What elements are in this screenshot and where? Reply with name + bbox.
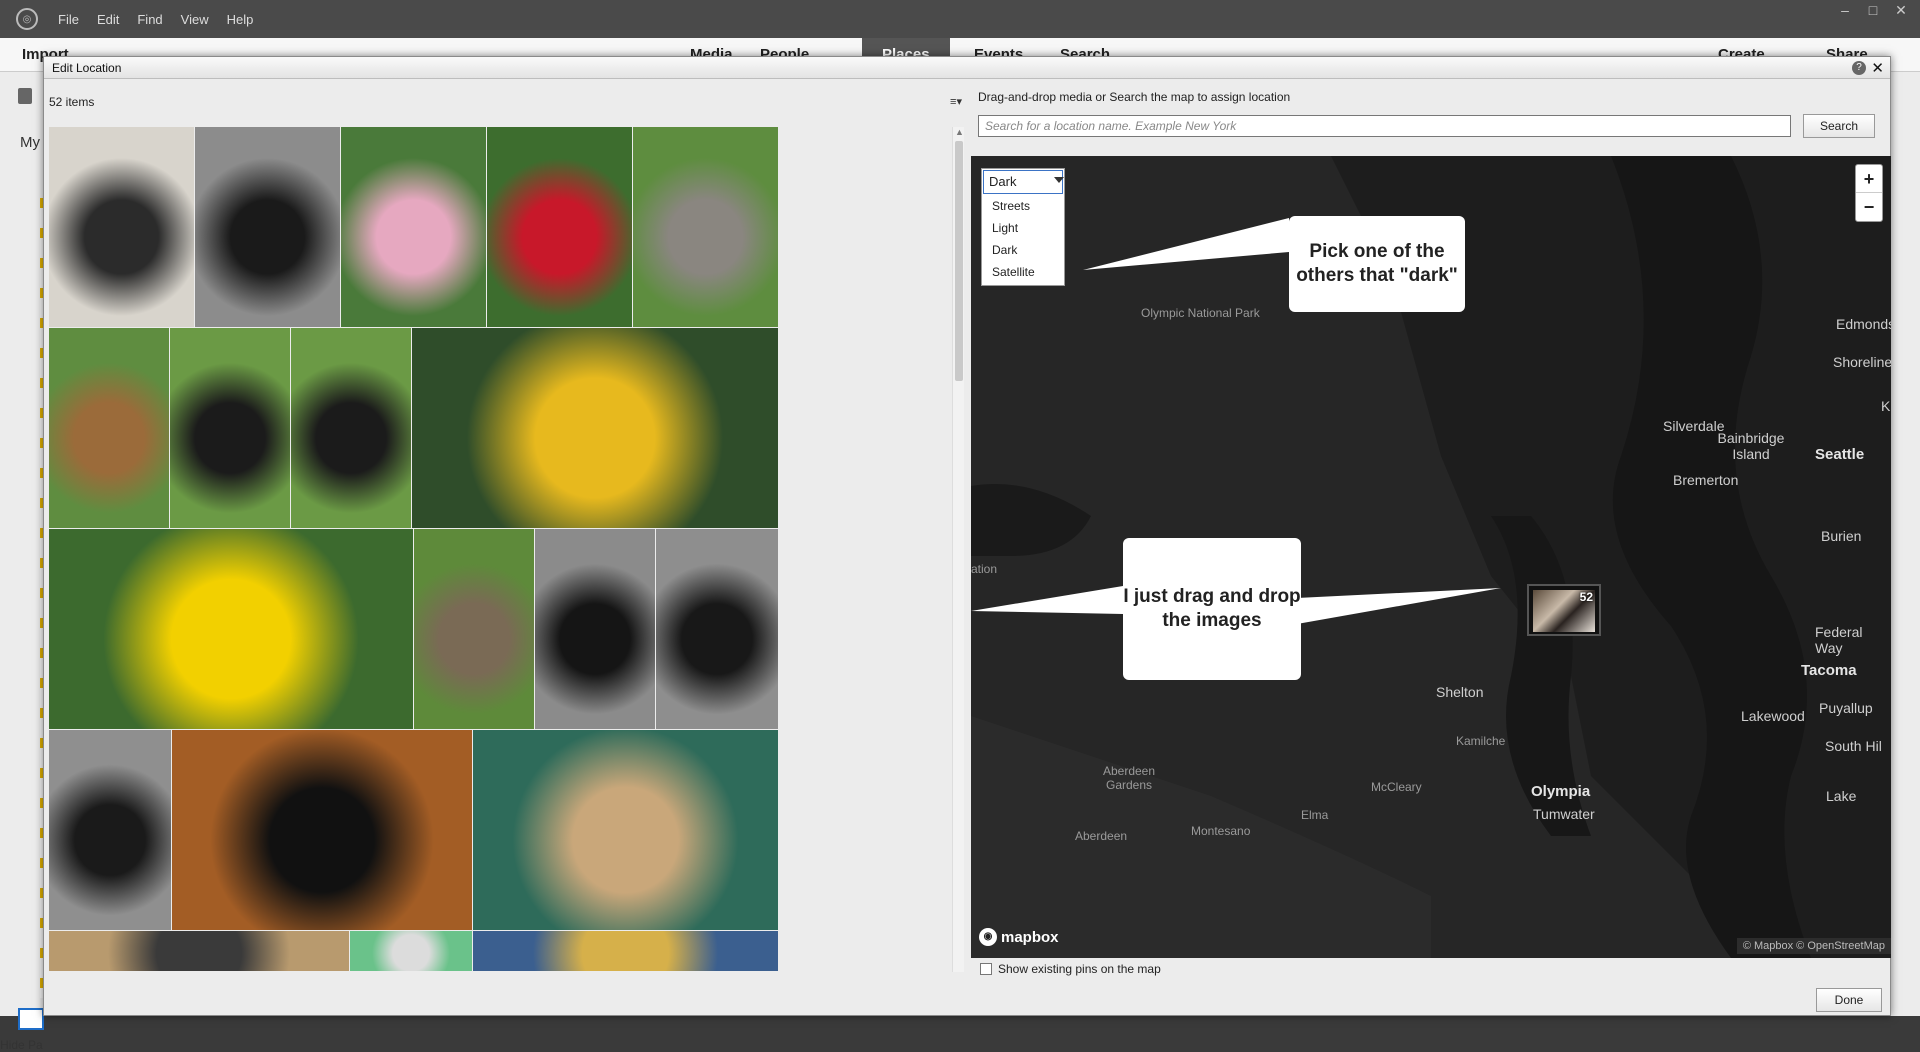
thumbnail-cat-on-path-2[interactable]: [291, 328, 411, 528]
map-label-aberdeen-gardens: Aberdeen Gardens: [1102, 764, 1156, 792]
thumbnail-dog-on-gravel-2[interactable]: [535, 529, 655, 729]
show-pins-row[interactable]: Show existing pins on the map: [980, 962, 1161, 976]
done-button[interactable]: Done: [1816, 988, 1882, 1012]
callout-top: Pick one of the others that "dark": [1289, 216, 1465, 312]
app-logo-icon: ◎: [16, 8, 38, 30]
thumbnail-cat-on-path-1[interactable]: [170, 328, 290, 528]
thumbnail-dog-on-gravel[interactable]: [195, 127, 340, 327]
items-count: 52 items: [49, 95, 95, 109]
menu-view[interactable]: View: [181, 12, 209, 27]
map-style-dropdown[interactable]: Dark Streets Light Dark Satellite: [981, 168, 1065, 286]
thumbnail-classroom-board[interactable]: [473, 730, 778, 930]
minimize-icon[interactable]: –: [1838, 2, 1852, 19]
map-panel: Drag-and-drop media or Search the map to…: [968, 80, 1891, 980]
map-label-montesano: Montesano: [1191, 824, 1251, 838]
thumbnail-grid: [49, 127, 944, 972]
help-icon[interactable]: ?: [1852, 61, 1866, 75]
window-controls: – □ ✕: [1838, 2, 1908, 19]
map-label-seattle: Seattle: [1815, 446, 1865, 463]
map-style-option-dark[interactable]: Dark: [982, 239, 1064, 261]
sidebar-label: My: [20, 134, 40, 151]
chevron-down-icon[interactable]: [1054, 177, 1064, 183]
scroll-up-icon[interactable]: ▲: [955, 127, 964, 137]
map-style-selected[interactable]: Dark: [983, 170, 1063, 194]
map-label-elma: Elma: [1301, 808, 1329, 822]
map-label-federal-way: Federal Way: [1815, 624, 1863, 656]
map-label-shelton: Shelton: [1436, 684, 1484, 700]
thumbnail-sign-100[interactable]: [172, 730, 472, 930]
thumbnail-green-object[interactable]: [350, 931, 472, 971]
show-pins-checkbox[interactable]: [980, 963, 992, 975]
dialog-title-bar: Edit Location ? ✕: [44, 57, 1890, 79]
edit-location-dialog: Edit Location ? ✕ 52 items ≡▾ ▲ Drag-and…: [43, 56, 1891, 1016]
hide-panel-label[interactable]: Hide Pa: [0, 1038, 43, 1052]
map-label-ation: ation: [971, 562, 998, 576]
map-label-south-hil: South Hil: [1825, 738, 1882, 754]
map-label-aberdeen: Aberdeen: [1075, 829, 1128, 843]
scrollbar-thumb[interactable]: [955, 141, 963, 381]
sort-menu-icon[interactable]: ≡▾: [950, 95, 962, 108]
map-label-kamilche: Kamilche: [1456, 734, 1506, 748]
map-view[interactable]: Olympic National Park Edmonds Shoreline Sil…: [971, 156, 1891, 958]
map-label-olympia: Olympia: [1531, 783, 1591, 800]
maximize-icon[interactable]: □: [1866, 2, 1880, 19]
dialog-title: Edit Location: [52, 60, 122, 75]
menu-find[interactable]: Find: [137, 12, 162, 27]
zoom-in-button[interactable]: +: [1856, 165, 1882, 193]
thumbnail-path-with-grass[interactable]: [633, 127, 778, 327]
close-icon[interactable]: ✕: [1871, 59, 1884, 77]
map-label-shoreline: Shoreline: [1833, 354, 1891, 370]
thumbnail-garden-beds[interactable]: [414, 529, 534, 729]
thumbnail-dog-standing[interactable]: [49, 730, 171, 930]
map-attribution[interactable]: © Mapbox © OpenStreetMap: [1736, 938, 1891, 954]
thumbnail-sunflower-close[interactable]: [49, 529, 413, 729]
search-button[interactable]: Search: [1803, 114, 1875, 138]
map-style-option-satellite[interactable]: Satellite: [982, 261, 1064, 283]
mapbox-icon: ◉: [979, 928, 997, 946]
close-window-icon[interactable]: ✕: [1894, 2, 1908, 19]
zoom-out-button[interactable]: −: [1856, 193, 1882, 221]
thumbnail-dog-on-gravel-3[interactable]: [656, 529, 778, 729]
show-pins-label: Show existing pins on the map: [998, 962, 1161, 976]
mapbox-logo: ◉ mapbox: [979, 928, 1059, 946]
panel-toggle-button[interactable]: [18, 1008, 44, 1030]
map-label-edmonds: Edmonds: [1836, 316, 1891, 332]
map-label-lake: Lake: [1826, 788, 1857, 804]
location-search-input[interactable]: Search for a location name. Example New …: [978, 115, 1791, 137]
thumbnail-bench-path[interactable]: [49, 328, 169, 528]
map-style-option-light[interactable]: Light: [982, 217, 1064, 239]
instruction-text: Drag-and-drop media or Search the map to…: [978, 90, 1291, 104]
map-label-bremerton: Bremerton: [1673, 472, 1739, 488]
menu-file[interactable]: File: [58, 12, 79, 27]
map-label-k: K: [1881, 398, 1891, 414]
scrollbar[interactable]: ▲: [952, 127, 964, 972]
callout-middle: I just drag and drop the images: [1123, 538, 1301, 680]
map-style-option-streets[interactable]: Streets: [982, 195, 1064, 217]
map-label-bainbridge-island: Bainbridge Island: [1717, 430, 1785, 462]
thumbnail-pink-dahlias[interactable]: [341, 127, 486, 327]
menu-bar: File Edit Find View Help: [58, 12, 253, 27]
thumbnail-person-with-bags[interactable]: [49, 127, 194, 327]
menu-edit[interactable]: Edit: [97, 12, 119, 27]
app-title-bar: ◎ File Edit Find View Help – □ ✕: [0, 0, 1920, 38]
map-label-tacoma: Tacoma: [1801, 662, 1857, 679]
photo-cluster-pin[interactable]: 52: [1527, 584, 1601, 636]
map-label-olympic-national-park: Olympic National Park: [1141, 306, 1260, 320]
map-label-mccleary: McCleary: [1371, 780, 1422, 794]
book-icon[interactable]: [18, 88, 32, 104]
media-panel: 52 items ≡▾ ▲: [44, 80, 966, 980]
menu-help[interactable]: Help: [227, 12, 254, 27]
map-label-burien: Burien: [1821, 528, 1862, 544]
thumbnail-sunflowers[interactable]: [412, 328, 778, 528]
map-label-lakewood: Lakewood: [1741, 708, 1805, 724]
map-label-puyallup: Puyallup: [1819, 700, 1873, 716]
thumbnail-shelf-boxes[interactable]: [49, 931, 349, 971]
thumbnail-red-dahlias[interactable]: [487, 127, 632, 327]
zoom-control: + −: [1855, 164, 1883, 222]
thumbnail-posters[interactable]: [473, 931, 778, 971]
cluster-count: 52: [1579, 590, 1593, 604]
map-label-tumwater: Tumwater: [1533, 806, 1595, 822]
mapbox-label: mapbox: [1001, 928, 1059, 946]
